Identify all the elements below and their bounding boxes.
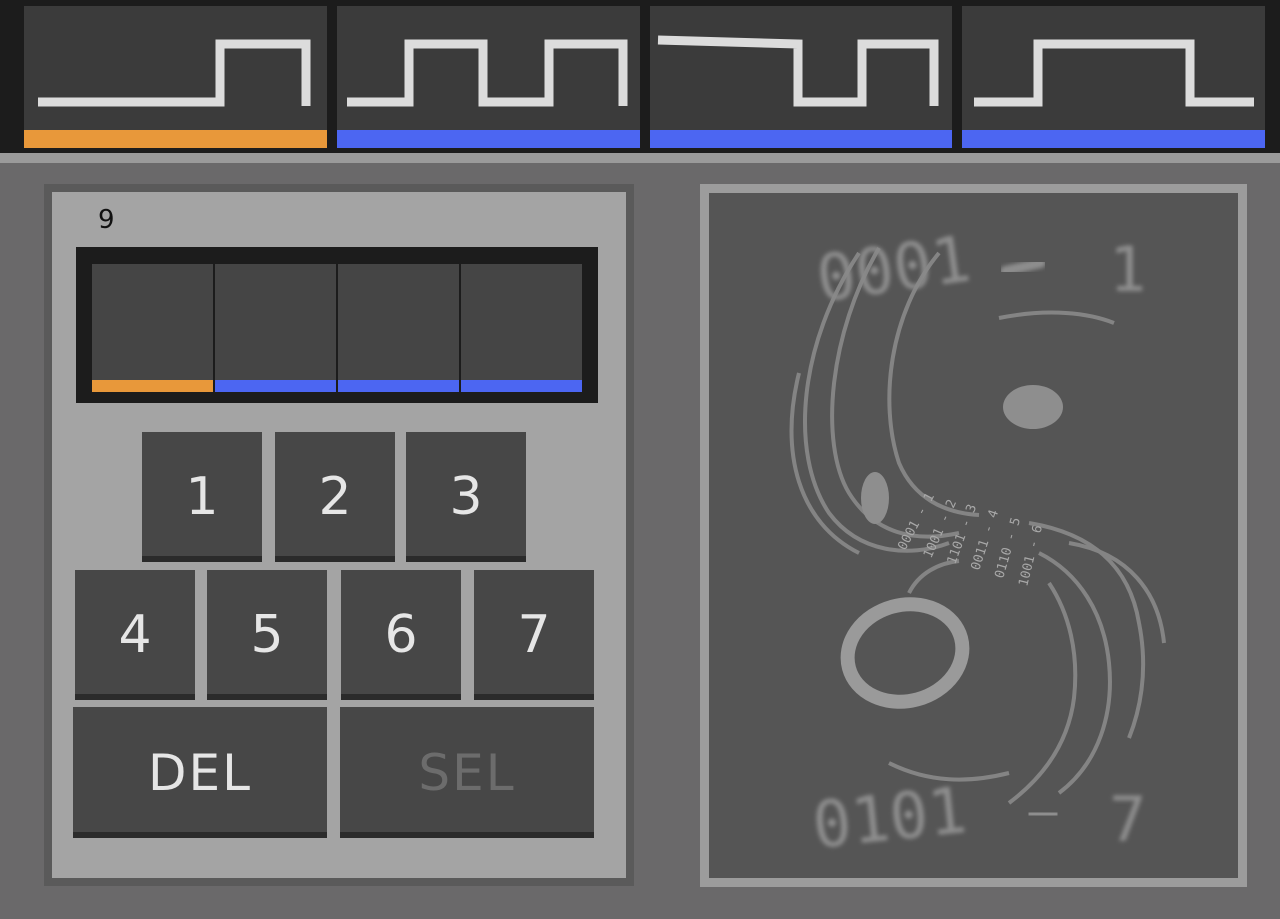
- divider: [0, 153, 1280, 163]
- waveform-tile-3[interactable]: [650, 6, 952, 148]
- swirl-illustration: 0001 1 0101 7 0001 - 1 1001 - 2 1101 - 3…: [789, 223, 1166, 864]
- key-6[interactable]: 6: [341, 570, 461, 700]
- waveform-2-indicator: [337, 130, 640, 148]
- top-left-code: 0001: [812, 223, 975, 318]
- waveform-strip: [0, 0, 1280, 155]
- waveform-1-indicator: [24, 130, 327, 148]
- blob-left: [861, 472, 889, 524]
- waveform-tile-1[interactable]: [24, 6, 327, 148]
- waveform-tile-2[interactable]: [337, 6, 640, 148]
- code-display: [76, 247, 598, 403]
- waveform-1-graphic: [38, 39, 311, 107]
- waveform-3-indicator: [650, 130, 952, 148]
- key-7[interactable]: 7: [474, 570, 594, 700]
- key-4[interactable]: 4: [75, 570, 195, 700]
- ring: [840, 597, 970, 709]
- top-right-code: 1: [1109, 233, 1146, 306]
- blob-right: [1003, 385, 1063, 429]
- display-cell-3: [338, 264, 459, 392]
- bottom-left-code: 0101: [809, 774, 970, 864]
- bottom-right-code: 7: [1109, 783, 1146, 856]
- key-5[interactable]: 5: [207, 570, 327, 700]
- display-cell-4: [461, 264, 582, 392]
- select-button[interactable]: SEL: [340, 707, 594, 838]
- display-cell-2-indicator: [215, 380, 336, 392]
- key-1[interactable]: 1: [142, 432, 262, 562]
- key-2[interactable]: 2: [275, 432, 395, 562]
- display-cell-2: [215, 264, 336, 392]
- entry-counter: 9: [98, 205, 115, 235]
- puzzle-picture: 0001 1 0101 7 0001 - 1 1001 - 2 1101 - 3…: [700, 184, 1247, 887]
- waveform-tile-4[interactable]: [962, 6, 1265, 148]
- display-cell-1-indicator: [92, 380, 213, 392]
- key-3[interactable]: 3: [406, 432, 526, 562]
- display-cell-1: [92, 264, 213, 392]
- waveform-4-graphic: [974, 39, 1254, 107]
- waveform-3-graphic: [657, 35, 939, 107]
- waveform-4-indicator: [962, 130, 1265, 148]
- waveform-2-graphic: [347, 39, 628, 107]
- delete-button[interactable]: DEL: [73, 707, 327, 838]
- display-cell-4-indicator: [461, 380, 582, 392]
- display-cell-3-indicator: [338, 380, 459, 392]
